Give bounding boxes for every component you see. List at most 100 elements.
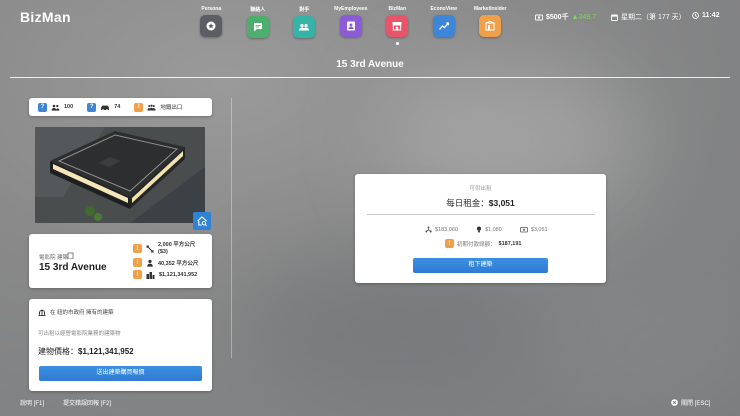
date-value: 星期二（第 177 天） <box>621 14 686 21</box>
area-stat: ! 地鐵出口 <box>134 102 183 112</box>
purchase-description: 可出租以經營電影院業務的建築物 <box>38 331 121 337</box>
stats-card: ? 100 ? 74 ! 地鐵出口 <box>29 98 212 116</box>
chat-icon[interactable] <box>246 16 269 38</box>
top-navigation: Persona 聯絡人 對手 MyEmployees BizMan EconoV… <box>188 6 514 45</box>
nav-label: 對手 <box>299 7 310 13</box>
help-icon[interactable]: ? <box>87 102 97 112</box>
daily-rent-label: 每日租金： <box>446 198 489 208</box>
size-row: ! 2,000 平方公尺 ($3) <box>133 242 195 255</box>
price-row: 建物價格：$1,121,341,952 <box>38 346 134 357</box>
nav-contacts[interactable]: 聯絡人 <box>235 6 282 45</box>
bulb-icon <box>476 226 482 233</box>
close-icon[interactable] <box>671 399 678 406</box>
rent-divider <box>367 214 595 215</box>
cash-icon <box>519 227 528 233</box>
population-value: 40,352 平方公尺 <box>158 260 199 267</box>
building-info-card: 電影院 建築 15 3rd Avenue ! 2,000 平方公尺 ($3) !… <box>29 234 212 288</box>
money-change: ▲349.7 <box>571 13 597 21</box>
background-blur <box>560 290 740 410</box>
rent-header: 可供出租 <box>469 186 492 192</box>
column-divider <box>231 98 232 358</box>
employees-icon[interactable] <box>339 15 362 37</box>
cost-row: $183,060 $1,080 $3,051 <box>425 226 548 233</box>
info-icon[interactable]: ! <box>133 258 142 267</box>
market-icon[interactable] <box>479 15 502 37</box>
clock-icon <box>692 12 699 19</box>
persona-icon[interactable] <box>200 15 223 37</box>
city-icon <box>146 271 155 279</box>
rent-card: 可供出租 每日租金：$3,051 $183,060 $1,080 $3,051 … <box>355 174 606 283</box>
nav-persona[interactable]: Persona <box>188 6 235 45</box>
submit-purchase-offer-button[interactable]: 送出建築購買報價 <box>39 366 202 381</box>
active-indicator <box>395 42 399 45</box>
district-label: 電影院 建築 <box>39 255 69 261</box>
info-icon[interactable]: ! <box>134 102 144 112</box>
bank-icon <box>38 309 46 316</box>
building-photo <box>35 127 205 223</box>
store-icon[interactable] <box>386 15 409 37</box>
money-status: $500千 ▲349.7 <box>535 12 596 22</box>
time-value: 11:42 <box>702 12 720 19</box>
money-icon <box>535 14 543 20</box>
daily-rent-row: 每日租金：$3,051 <box>355 197 606 209</box>
person-icon <box>147 259 153 267</box>
help-icon[interactable]: ? <box>38 102 47 112</box>
area-label: 地鐵出口 <box>160 105 183 111</box>
cost-value: $183,060 <box>435 226 458 233</box>
group-icon <box>147 104 156 110</box>
value-amount: $1,121,341,952 <box>159 271 198 278</box>
report-bug-link[interactable]: 提交錯誤回報 [F2] <box>63 398 111 407</box>
chart-icon[interactable] <box>432 15 455 37</box>
cost-item: $3,051 <box>519 226 548 233</box>
date-status: 星期二（第 177 天） <box>611 12 686 22</box>
nav-employees[interactable]: MyEmployees <box>328 6 375 45</box>
close-control[interactable]: 關閉 [ESC] <box>671 398 710 407</box>
close-label: 關閉 [ESC] <box>681 401 711 407</box>
initial-payment-row: ! 初期付款總額： $187,191 <box>445 239 521 248</box>
nav-label: BizMan <box>388 6 407 12</box>
nav-bizman[interactable]: BizMan <box>374 6 421 45</box>
house-search-icon <box>197 216 207 227</box>
nav-label: 聯絡人 <box>250 7 266 13</box>
nav-marketinsider[interactable]: MarketInsider <box>467 6 514 45</box>
building-address: 15 3rd Avenue <box>39 262 107 273</box>
size-block: 2,000 平方公尺 ($3) <box>158 242 195 255</box>
customers-value: 100 <box>64 104 74 110</box>
info-icon[interactable]: ! <box>133 244 142 253</box>
purchase-card: 在 紐約市政府 擁有的建築 可出租以經營電影院業務的建築物 建物價格：$1,12… <box>29 299 212 391</box>
network-icon <box>425 226 432 233</box>
zoom-building-button[interactable] <box>193 212 211 230</box>
time-status: 11:42 <box>692 12 720 19</box>
price-label: 建物價格： <box>38 347 78 356</box>
info-icon[interactable]: ! <box>133 270 142 279</box>
info-icon[interactable]: ! <box>445 239 454 248</box>
nav-econoview[interactable]: EconoView <box>421 6 468 45</box>
building-icon <box>67 252 74 259</box>
ownership-row: 在 紐約市政府 擁有的建築 <box>38 308 114 316</box>
size-sub: ($3) <box>158 248 168 255</box>
calendar-icon <box>611 14 618 21</box>
help-link[interactable]: 說明 [F1] <box>20 398 44 407</box>
value-row: ! $1,121,341,952 <box>133 270 197 279</box>
cost-value: $3,051 <box>530 226 548 233</box>
daily-rent-value: $3,051 <box>488 198 515 208</box>
rent-building-button[interactable]: 租下建築 <box>413 258 548 273</box>
people-icon <box>51 104 60 111</box>
app-logo: BizMan <box>20 9 71 25</box>
cost-value: $1,080 <box>484 226 502 233</box>
resize-icon <box>146 245 154 252</box>
header-divider <box>10 77 730 78</box>
price-value: $1,121,341,952 <box>78 347 134 356</box>
nav-label: EconoView <box>430 6 458 12</box>
car-icon <box>101 105 110 111</box>
initial-payment-value: $187,191 <box>498 240 522 247</box>
traffic-value: 74 <box>114 104 121 110</box>
ownership-notice: 在 紐約市政府 擁有的建築 <box>50 310 114 316</box>
rivals-icon[interactable] <box>293 16 316 38</box>
nav-label: MarketInsider <box>473 6 507 12</box>
population-row: ! 40,352 平方公尺 <box>133 258 198 267</box>
customers-stat: ? 100 <box>38 102 74 112</box>
traffic-stat: ? 74 <box>87 102 121 112</box>
nav-rivals[interactable]: 對手 <box>281 6 328 45</box>
initial-payment-label: 初期付款總額： <box>457 241 496 248</box>
